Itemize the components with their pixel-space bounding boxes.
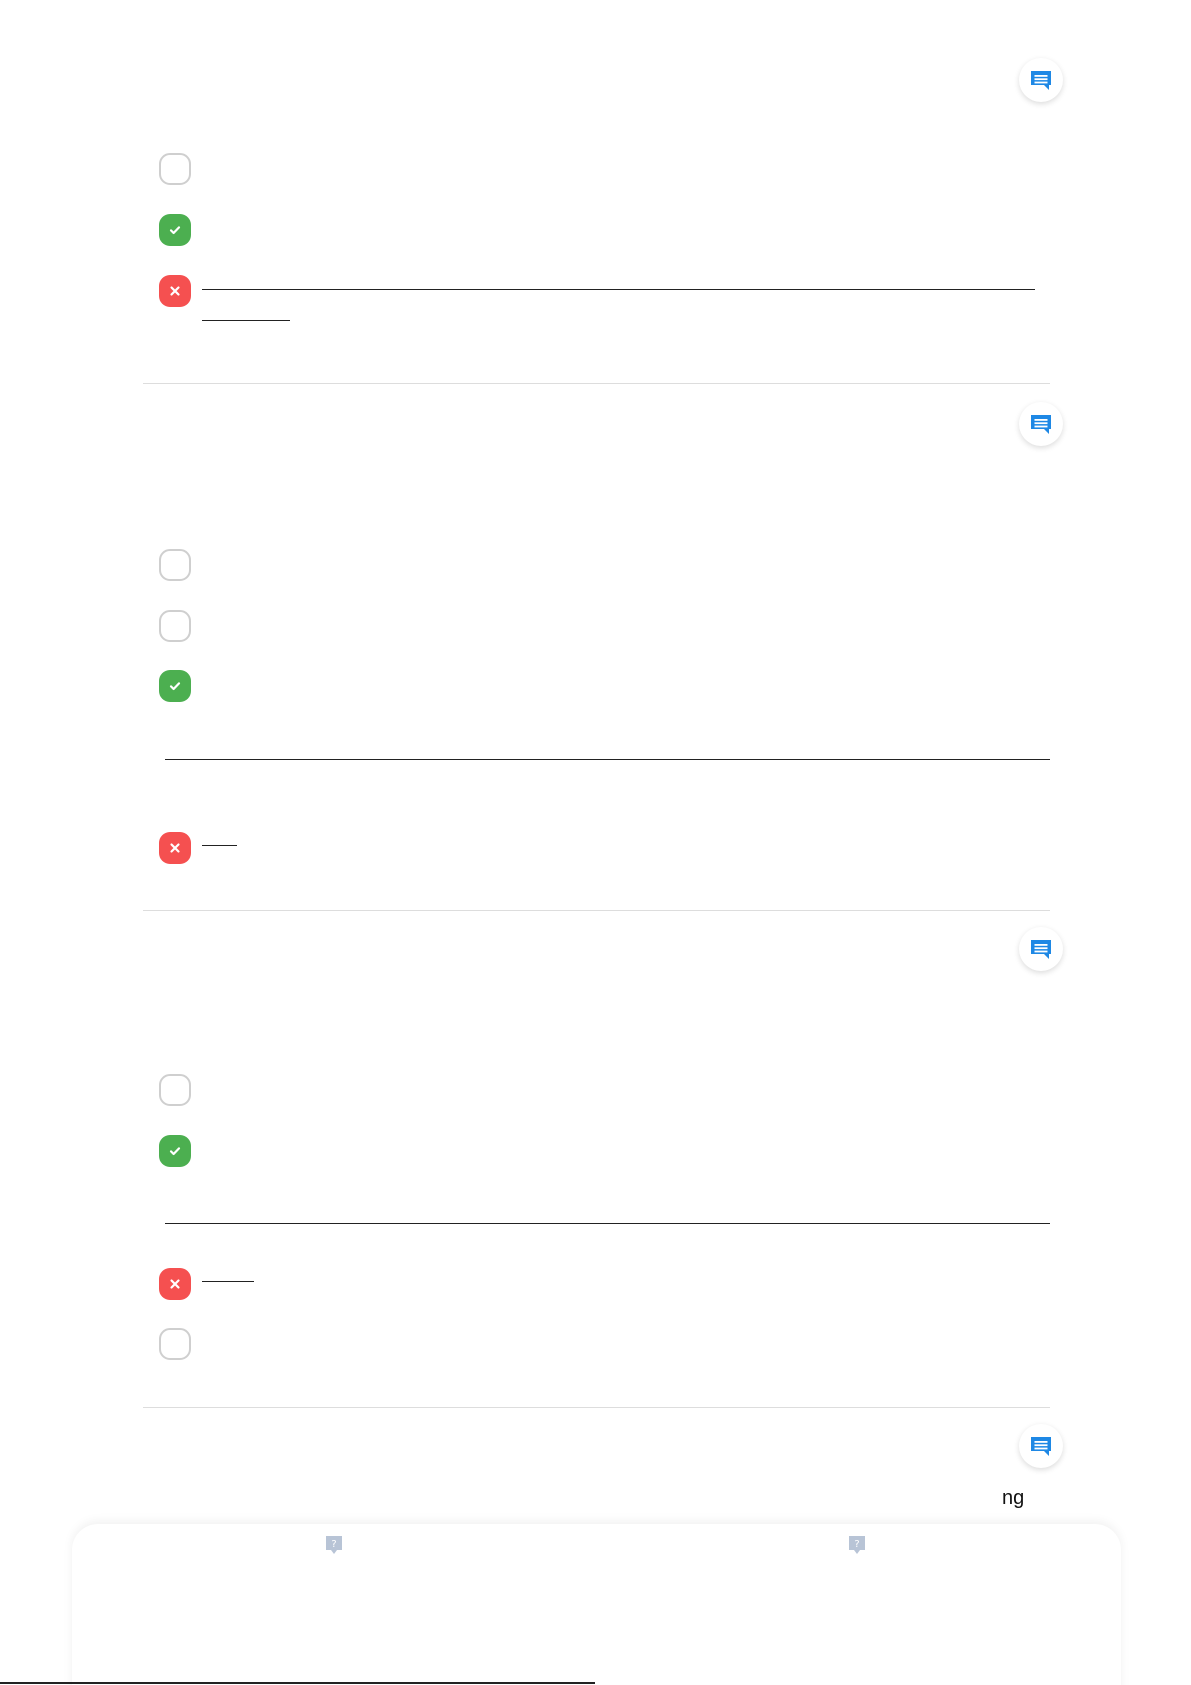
check-icon (169, 682, 181, 691)
svg-text:?: ? (854, 1539, 859, 1550)
comment-button[interactable] (1019, 1424, 1063, 1468)
question-text-fragment: ng (1002, 1487, 1025, 1509)
bottom-edge-line (0, 1682, 595, 1684)
strikethrough-line (202, 1281, 254, 1282)
explanation-separator (165, 1223, 1050, 1224)
answer-option-radio[interactable] (159, 153, 191, 185)
answer-option-radio[interactable] (159, 610, 191, 642)
answer-option-wrong[interactable] (159, 275, 191, 307)
comment-icon (1031, 1437, 1051, 1456)
answer-option-radio[interactable] (159, 1328, 191, 1360)
svg-text:?: ? (331, 1539, 336, 1550)
comment-icon (1031, 940, 1051, 959)
answer-option-wrong[interactable] (159, 1268, 191, 1300)
explanation-separator (165, 759, 1050, 760)
comment-button[interactable] (1019, 58, 1063, 102)
answer-option-correct[interactable] (159, 1135, 191, 1167)
strikethrough-line (202, 845, 237, 846)
answer-option-radio[interactable] (159, 549, 191, 581)
comment-button[interactable] (1019, 402, 1063, 446)
answer-option-correct[interactable] (159, 670, 191, 702)
comment-icon (1031, 415, 1051, 434)
strikethrough-line (202, 320, 290, 321)
question-divider (143, 383, 1050, 384)
answer-option-correct[interactable] (159, 214, 191, 246)
check-icon (169, 226, 181, 235)
comment-button[interactable] (1019, 927, 1063, 971)
quiz-review-page: ng ? ? (0, 0, 1191, 1685)
close-icon (170, 286, 180, 296)
help-icon[interactable]: ? (324, 1534, 344, 1556)
strikethrough-line (202, 289, 1035, 290)
comment-icon (1031, 71, 1051, 90)
question-divider (143, 910, 1050, 911)
answer-option-wrong[interactable] (159, 832, 191, 864)
bottom-action-panel: ? ? (72, 1524, 1121, 1685)
close-icon (170, 1279, 180, 1289)
question-divider (143, 1407, 1050, 1408)
check-icon (169, 1147, 181, 1156)
help-icon[interactable]: ? (847, 1534, 867, 1556)
close-icon (170, 843, 180, 853)
answer-option-radio[interactable] (159, 1074, 191, 1106)
